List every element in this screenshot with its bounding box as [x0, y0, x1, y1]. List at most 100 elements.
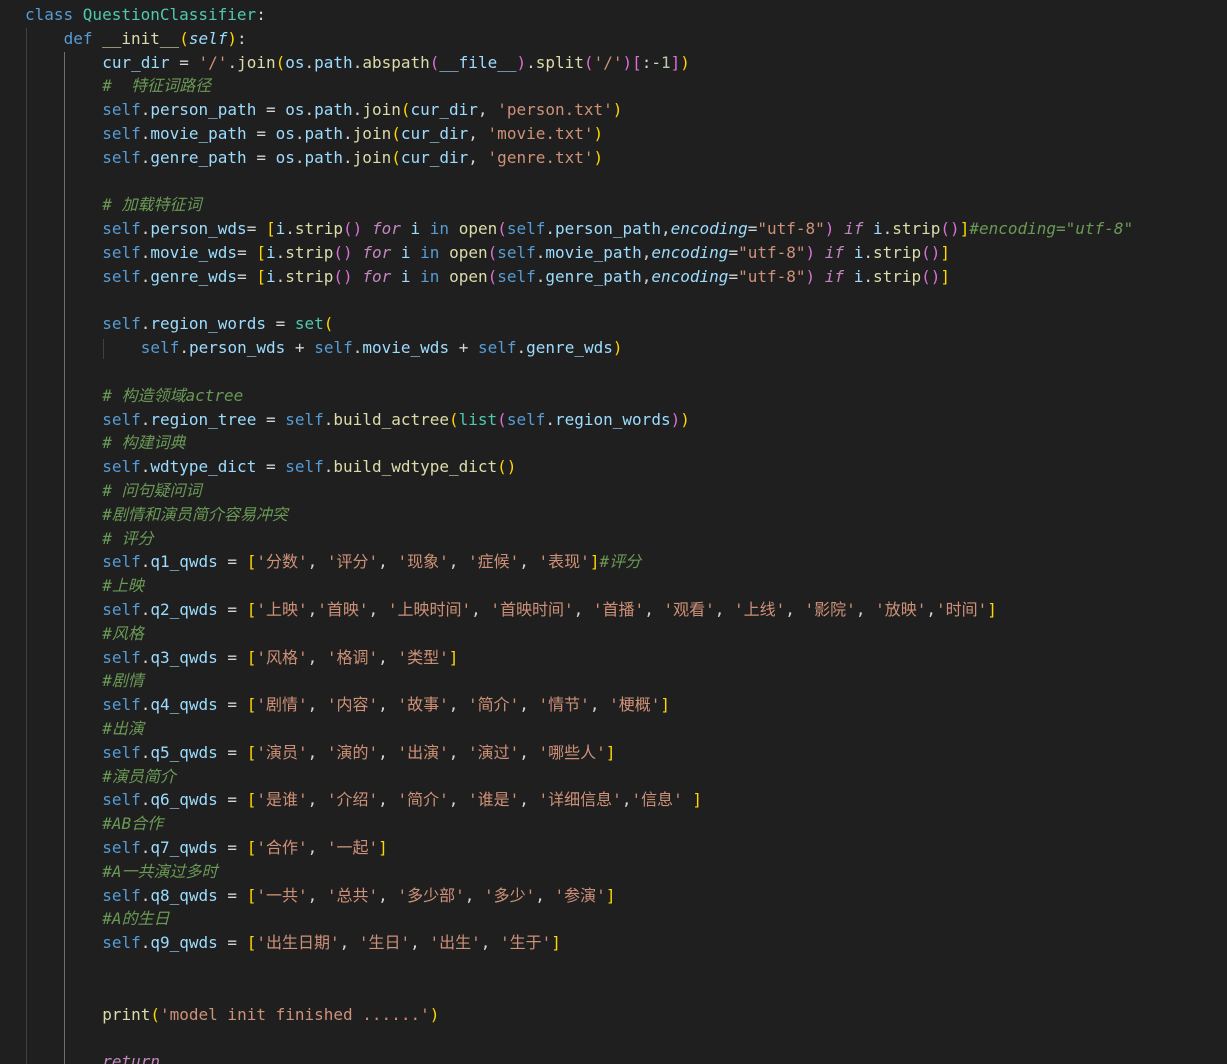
- code-token: (: [497, 409, 507, 429]
- code-line[interactable]: # 加载特征词: [102, 193, 201, 217]
- code-token: for: [371, 219, 401, 239]
- code-line[interactable]: self.person_wds= [i.strip() for i in ope…: [102, 217, 1133, 241]
- code-line[interactable]: #剧情: [102, 669, 144, 693]
- code-token: '梗概': [609, 695, 661, 715]
- code-line[interactable]: self.genre_wds= [i.strip() for i in open…: [102, 265, 950, 289]
- code-token: [: [246, 552, 257, 572]
- code-line[interactable]: self.person_path = os.path.join(cur_dir,…: [102, 98, 622, 122]
- code-token: strip: [872, 266, 922, 286]
- code-token: =: [237, 243, 257, 262]
- code-token: person_path: [555, 219, 661, 239]
- code-token: [: [632, 52, 642, 72]
- code-token: .: [304, 100, 315, 120]
- code-line[interactable]: self.movie_wds= [i.strip() for i in open…: [102, 241, 950, 265]
- code-token: ,: [378, 552, 398, 572]
- code-token: ]: [959, 219, 970, 239]
- code-token: #encoding="utf-8": [969, 219, 1134, 239]
- code-token: ,: [339, 933, 359, 953]
- code-token: self: [497, 266, 536, 286]
- code-token: ,: [641, 266, 652, 286]
- code-line[interactable]: self.genre_path = os.path.join(cur_dir, …: [102, 146, 603, 170]
- code-line[interactable]: # 构建词典: [102, 431, 185, 455]
- code-line[interactable]: self.wdtype_dict = self.build_wdtype_dic…: [102, 455, 516, 479]
- code-token: .: [140, 124, 151, 143]
- code-line[interactable]: # 问句疑问词: [102, 479, 201, 503]
- code-token: genre_path: [150, 147, 247, 167]
- code-token: ): [805, 266, 816, 286]
- code-token: def: [63, 28, 103, 48]
- code-token: movie_path: [150, 124, 247, 143]
- code-token: .: [323, 457, 334, 477]
- code-line[interactable]: self.q6_qwds = ['是谁', '介绍', '简介', '谁是', …: [102, 788, 702, 812]
- code-token: (: [391, 124, 401, 143]
- code-token: =: [256, 409, 286, 429]
- code-token: self: [102, 933, 141, 953]
- code-token: ,: [448, 552, 468, 572]
- code-line[interactable]: self.q9_qwds = ['出生日期', '生日', '出生', '生于'…: [102, 931, 561, 955]
- code-editor[interactable]: class QuestionClassifier: def __init__(se…: [0, 0, 1227, 1064]
- code-token: ,: [519, 695, 539, 715]
- code-line[interactable]: self.q3_qwds = ['风格', '格调', '类型']: [102, 646, 458, 670]
- code-token: ,: [926, 600, 937, 619]
- code-line[interactable]: self.region_tree = self.build_actree(lis…: [102, 408, 690, 432]
- code-line[interactable]: self.q5_qwds = ['演员', '演的', '出演', '演过', …: [102, 741, 615, 765]
- code-token: #上映: [102, 576, 144, 596]
- code-token: strip: [294, 219, 344, 239]
- code-token: region_words: [554, 409, 671, 429]
- code-token: ): [670, 409, 681, 429]
- code-line[interactable]: #演员简介: [102, 765, 176, 789]
- code-line[interactable]: class QuestionClassifier:: [25, 3, 266, 27]
- code-line[interactable]: # 评分: [102, 527, 153, 551]
- code-token: '上映': [256, 600, 308, 619]
- code-line[interactable]: # 特征词路径: [102, 74, 211, 98]
- code-token: [: [246, 742, 257, 762]
- code-line[interactable]: self.q1_qwds = ['分数', '评分', '现象', '症候', …: [102, 550, 641, 574]
- code-line[interactable]: #A的生日: [102, 907, 169, 931]
- code-token: '详细信息': [538, 790, 622, 810]
- code-line[interactable]: #A一共演过多时: [102, 860, 217, 884]
- code-token: path: [314, 100, 353, 120]
- code-line[interactable]: # 构造领域actree: [102, 384, 243, 408]
- code-line[interactable]: self.region_words = set(: [102, 312, 333, 336]
- code-line[interactable]: print('model init finished ......'): [102, 1003, 439, 1027]
- code-token: open: [449, 266, 488, 286]
- code-line[interactable]: #风格: [102, 622, 144, 646]
- code-token: q6_qwds: [150, 790, 218, 810]
- code-token: +: [449, 338, 478, 358]
- code-token: self: [102, 243, 141, 262]
- code-token: =: [237, 266, 257, 286]
- code-line[interactable]: #AB合作: [102, 812, 163, 836]
- code-token: join: [362, 100, 401, 120]
- code-line[interactable]: def __init__(self):: [64, 27, 247, 51]
- code-line[interactable]: #剧情和演员简介容易冲突: [102, 503, 288, 527]
- code-line[interactable]: #出演: [102, 717, 144, 741]
- code-line[interactable]: self.person_wds + self.movie_wds + self.…: [141, 336, 623, 360]
- code-token: '上映时间': [387, 600, 472, 619]
- code-line[interactable]: self.q4_qwds = ['剧情', '内容', '故事', '简介', …: [102, 693, 670, 717]
- code-token: self: [140, 338, 180, 358]
- code-token: if: [844, 219, 864, 239]
- code-token: ]: [660, 695, 670, 715]
- code-line[interactable]: self.movie_path = os.path.join(cur_dir, …: [102, 122, 603, 146]
- code-line[interactable]: self.q8_qwds = ['一共', '总共', '多少部', '多少',…: [102, 884, 615, 908]
- code-line[interactable]: self.q2_qwds = ['上映','首映', '上映时间', '首映时间…: [102, 598, 997, 622]
- code-token: q7_qwds: [150, 838, 218, 857]
- code-token: i: [265, 266, 276, 286]
- code-token: strip: [285, 266, 334, 286]
- code-token: genre_path: [545, 266, 642, 286]
- code-line[interactable]: return: [102, 1050, 160, 1064]
- code-line[interactable]: #上映: [102, 574, 144, 598]
- code-token: =: [217, 885, 247, 905]
- code-token: movie_wds: [362, 338, 450, 358]
- code-token: ,: [468, 147, 488, 167]
- code-line[interactable]: self.q7_qwds = ['合作', '一起']: [102, 836, 388, 860]
- code-line[interactable]: cur_dir = '/'.join(os.path.abspath(__fil…: [102, 51, 690, 75]
- code-token: #出演: [102, 719, 144, 738]
- code-token: path: [314, 52, 353, 72]
